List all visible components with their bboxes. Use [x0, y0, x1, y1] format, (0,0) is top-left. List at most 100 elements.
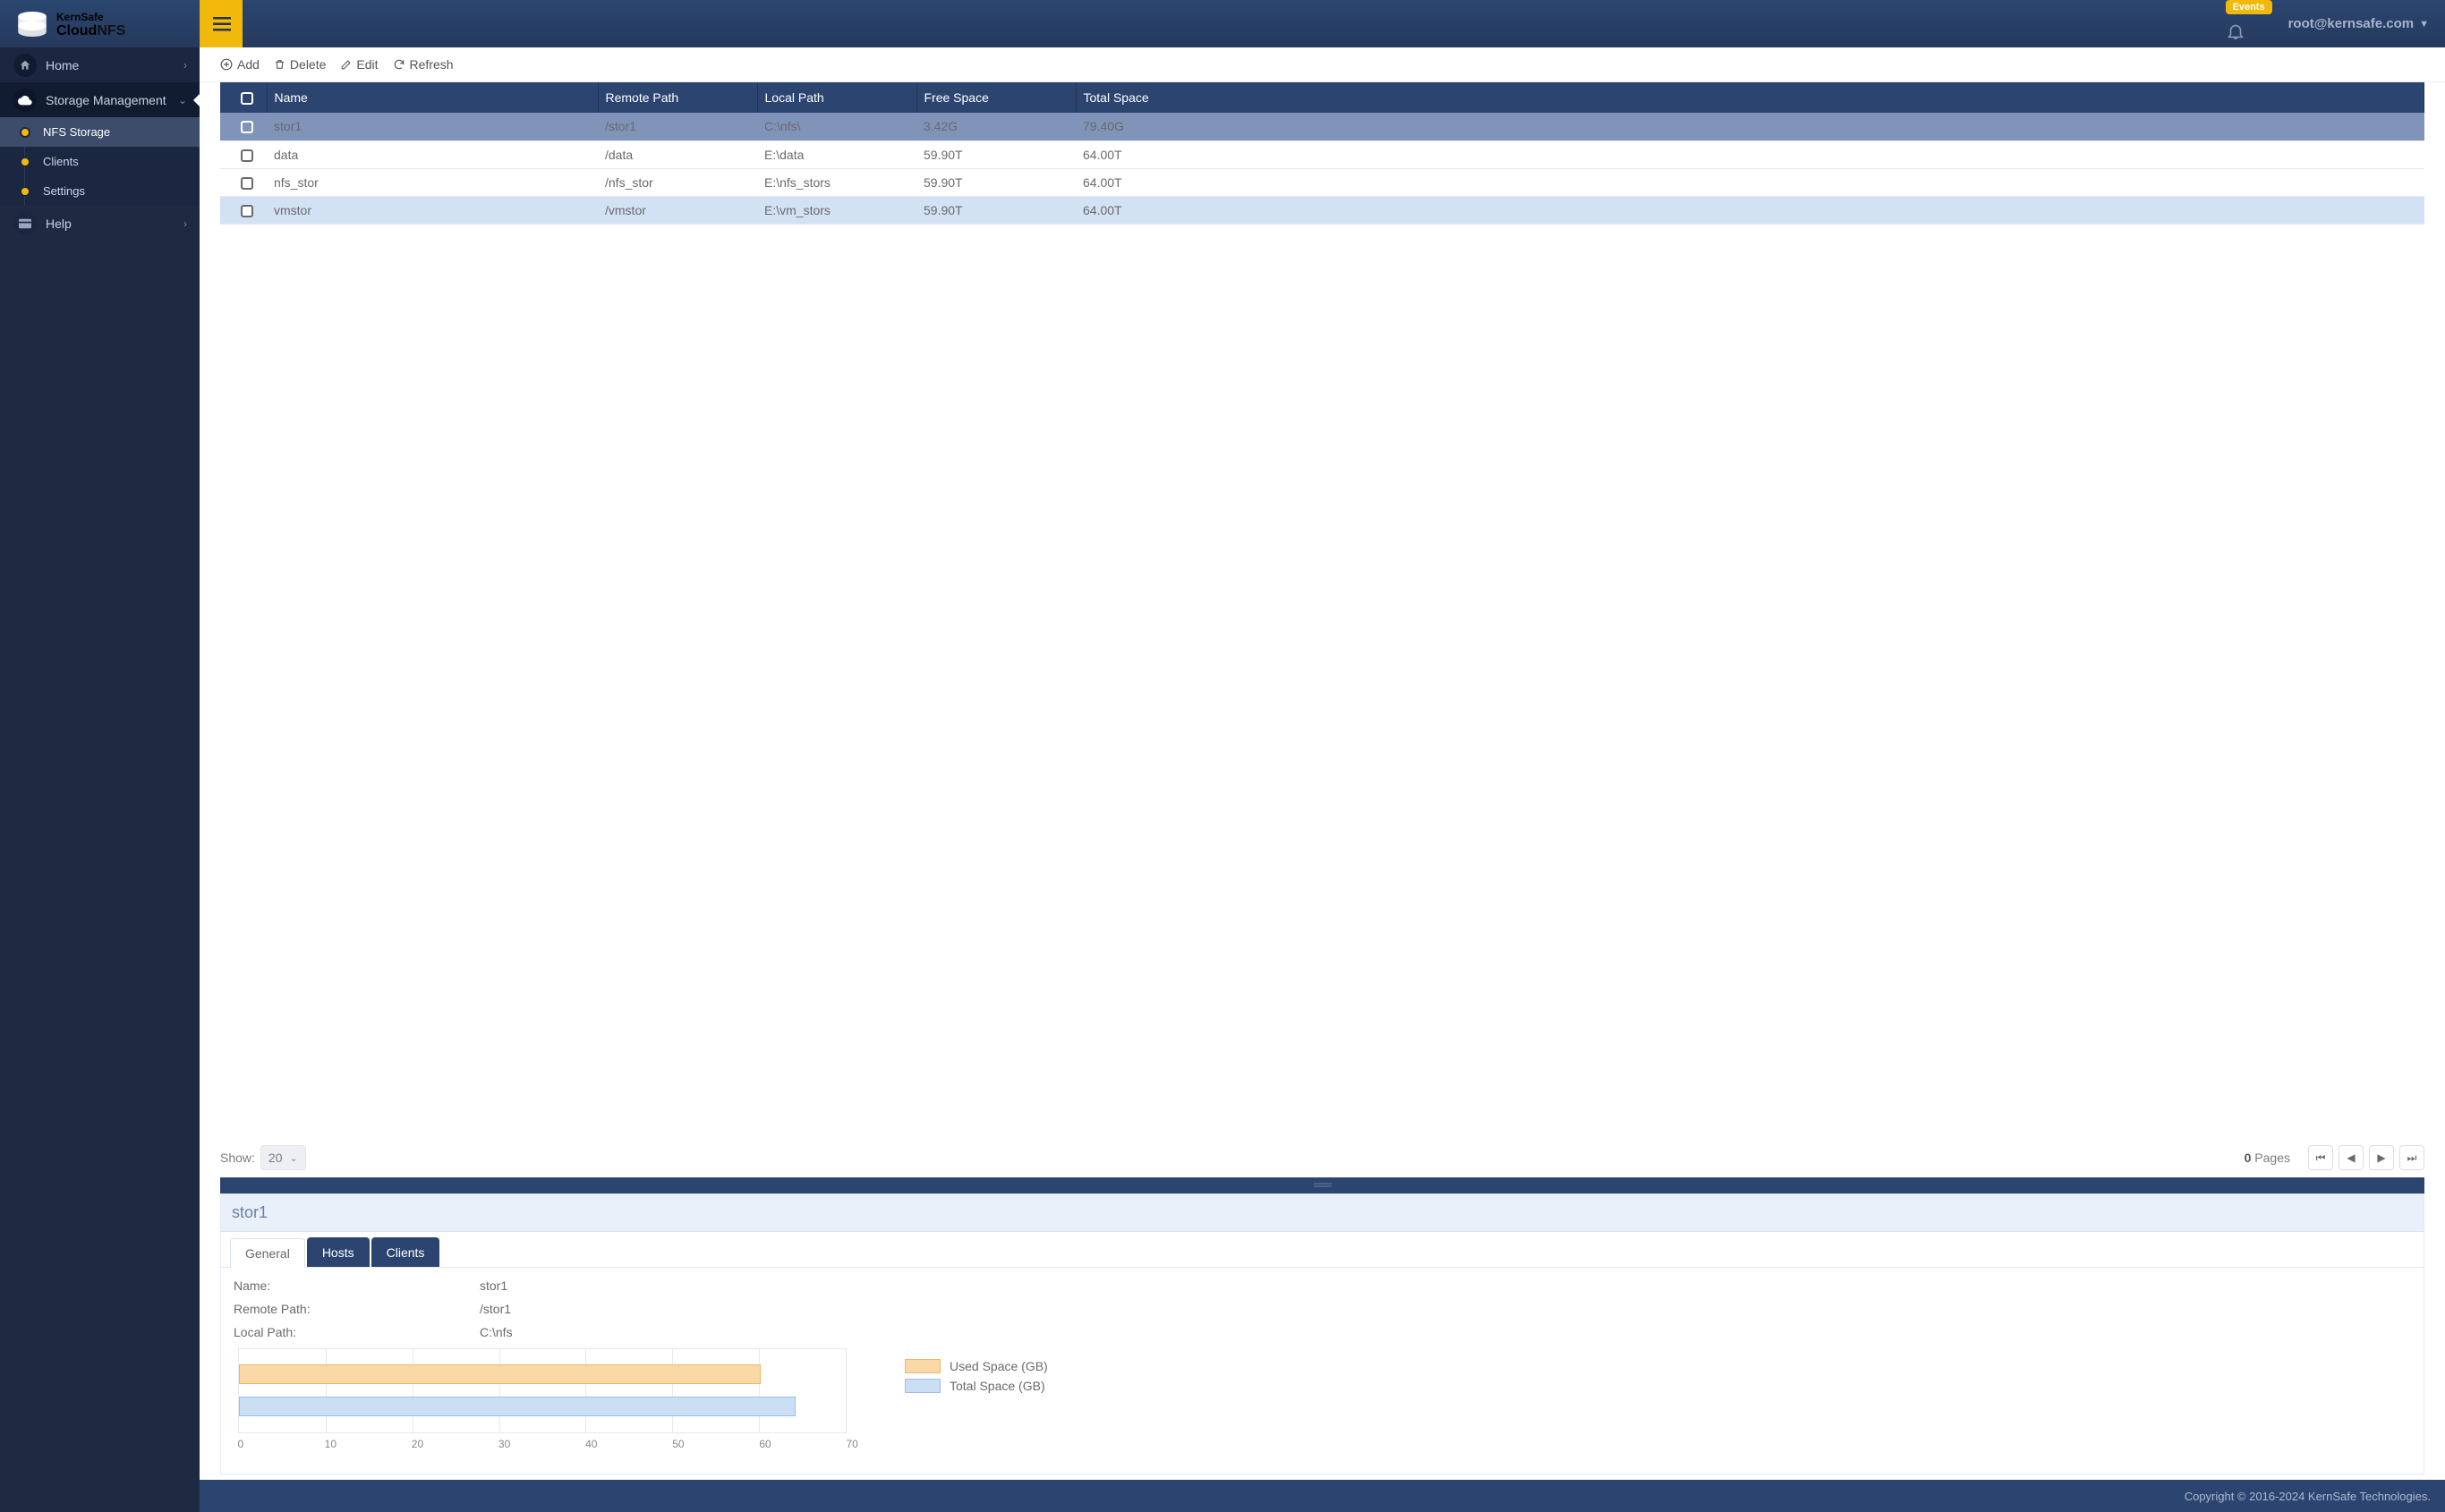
cloud-icon: [13, 89, 37, 112]
cell-free: 59.90T: [916, 196, 1076, 224]
tab-clients[interactable]: Clients: [371, 1237, 440, 1267]
chevron-right-icon: ›: [183, 217, 187, 230]
tab-hosts[interactable]: Hosts: [307, 1237, 370, 1267]
grip-icon: [1314, 1182, 1332, 1189]
label-local-path: Local Path:: [234, 1325, 480, 1339]
sidebar-item-label: Home: [46, 58, 79, 72]
sidebar-item-label: Storage Management: [46, 93, 166, 107]
hamburger-icon: [213, 17, 231, 31]
storage-table: Name Remote Path Local Path Free Space T…: [220, 82, 2424, 225]
cell-free: 59.90T: [916, 168, 1076, 196]
pager-bar: Show: 20 ⌄ 0 Pages ⏮ ◀ ▶ ⏭: [220, 1138, 2424, 1177]
tab-general[interactable]: General: [230, 1238, 305, 1268]
detail-title: stor1: [221, 1194, 2424, 1232]
cell-local: C:\nfs\: [757, 113, 916, 140]
prev-page-button[interactable]: ◀: [2339, 1145, 2364, 1170]
edit-button[interactable]: Edit: [340, 57, 378, 72]
sidebar-item-label: NFS Storage: [43, 125, 110, 139]
next-page-button[interactable]: ▶: [2369, 1145, 2394, 1170]
footer: Copyright © 2016-2024 KernSafe Technolog…: [200, 1480, 2445, 1512]
sidebar-item-help[interactable]: Help ›: [0, 206, 200, 241]
user-menu[interactable]: root@kernsafe.com ▼: [2288, 16, 2429, 31]
column-header-free-space[interactable]: Free Space: [916, 82, 1076, 113]
cell-total: 64.00T: [1076, 168, 2424, 196]
notifications-button[interactable]: Events: [2226, 7, 2272, 41]
toolbar-label: Edit: [356, 57, 378, 72]
plus-circle-icon: [220, 58, 233, 71]
column-header-name[interactable]: Name: [267, 82, 598, 113]
row-checkbox[interactable]: [220, 113, 267, 140]
column-header-total-space[interactable]: Total Space: [1076, 82, 2424, 113]
label-name: Name:: [234, 1278, 480, 1293]
chevron-right-icon: ›: [183, 59, 187, 72]
cell-free: 3.42G: [916, 113, 1076, 140]
sidebar-item-storage-management[interactable]: Storage Management ⌄: [0, 82, 200, 117]
cell-local: E:\vm_stors: [757, 196, 916, 224]
refresh-icon: [393, 58, 405, 71]
cell-local: E:\nfs_stors: [757, 168, 916, 196]
first-page-button[interactable]: ⏮: [2308, 1145, 2333, 1170]
value-local-path: C:\nfs: [480, 1325, 513, 1339]
top-header: KernSafe CloudNFS Events root@kernsafe.c…: [0, 0, 2445, 47]
main-content: Add Delete Edit Refresh Name Remote Path…: [200, 47, 2445, 1480]
caret-down-icon: ▼: [2419, 19, 2429, 30]
sidebar-item-settings[interactable]: Settings: [0, 176, 200, 206]
table-row[interactable]: vmstor /vmstor E:\vm_stors 59.90T 64.00T: [220, 196, 2424, 224]
page-size-select[interactable]: 20 ⌄: [260, 1145, 306, 1170]
legend-swatch-icon: [905, 1359, 941, 1373]
toolbar-label: Refresh: [410, 57, 454, 72]
select-all-header[interactable]: [220, 82, 267, 113]
toolbar-label: Add: [237, 57, 260, 72]
checkbox-icon: [241, 92, 253, 105]
chart-bar-used: [239, 1364, 761, 1384]
detail-panel: stor1 General Hosts Clients Name:stor1 R…: [220, 1193, 2424, 1474]
user-email: root@kernsafe.com: [2288, 16, 2415, 31]
usage-chart: 010203040506070: [234, 1348, 851, 1456]
legend-label: Total Space (GB): [950, 1379, 1045, 1393]
sidebar-item-home[interactable]: Home ›: [0, 47, 200, 82]
cell-name: stor1: [267, 113, 598, 140]
last-page-button[interactable]: ⏭: [2399, 1145, 2424, 1170]
column-header-local-path[interactable]: Local Path: [757, 82, 916, 113]
checkbox-icon: [241, 205, 253, 217]
sidebar-item-label: Settings: [43, 184, 85, 198]
chart-bar-total: [239, 1397, 796, 1416]
legend-total: Total Space (GB): [905, 1379, 1048, 1393]
hamburger-toggle[interactable]: [200, 0, 243, 47]
cell-total: 79.40G: [1076, 113, 2424, 140]
row-checkbox[interactable]: [220, 168, 267, 196]
value-remote-path: /stor1: [480, 1302, 511, 1316]
add-button[interactable]: Add: [220, 57, 260, 72]
row-checkbox[interactable]: [220, 140, 267, 168]
home-icon: [13, 54, 37, 77]
table-row[interactable]: stor1 /stor1 C:\nfs\ 3.42G 79.40G: [220, 113, 2424, 140]
cell-remote: /data: [598, 140, 757, 168]
last-icon: ⏭: [2407, 1151, 2417, 1165]
chevron-down-icon: ⌄: [290, 1152, 298, 1164]
cell-name: nfs_stor: [267, 168, 598, 196]
cell-name: data: [267, 140, 598, 168]
bullet-icon: [21, 158, 29, 166]
cell-remote: /vmstor: [598, 196, 757, 224]
panel-splitter[interactable]: [220, 1177, 2424, 1193]
chart-legend: Used Space (GB) Total Space (GB): [905, 1348, 1048, 1456]
brand-logo: KernSafe CloudNFS: [0, 0, 200, 47]
refresh-button[interactable]: Refresh: [393, 57, 454, 72]
cell-remote: /stor1: [598, 113, 757, 140]
checkbox-icon: [241, 149, 253, 162]
next-icon: ▶: [2377, 1151, 2385, 1164]
cell-remote: /nfs_stor: [598, 168, 757, 196]
prev-icon: ◀: [2347, 1151, 2355, 1164]
sidebar-item-label: Help: [46, 217, 72, 231]
table-row[interactable]: nfs_stor /nfs_stor E:\nfs_stors 59.90T 6…: [220, 168, 2424, 196]
sidebar-item-clients[interactable]: Clients: [0, 147, 200, 176]
sidebar-item-label: Clients: [43, 155, 79, 168]
page-size-value: 20: [268, 1151, 283, 1165]
table-row[interactable]: data /data E:\data 59.90T 64.00T: [220, 140, 2424, 168]
delete-button[interactable]: Delete: [274, 57, 326, 72]
row-checkbox[interactable]: [220, 196, 267, 224]
cell-name: vmstor: [267, 196, 598, 224]
column-header-remote-path[interactable]: Remote Path: [598, 82, 757, 113]
toolbar-label: Delete: [290, 57, 326, 72]
sidebar-item-nfs-storage[interactable]: NFS Storage: [0, 117, 200, 147]
